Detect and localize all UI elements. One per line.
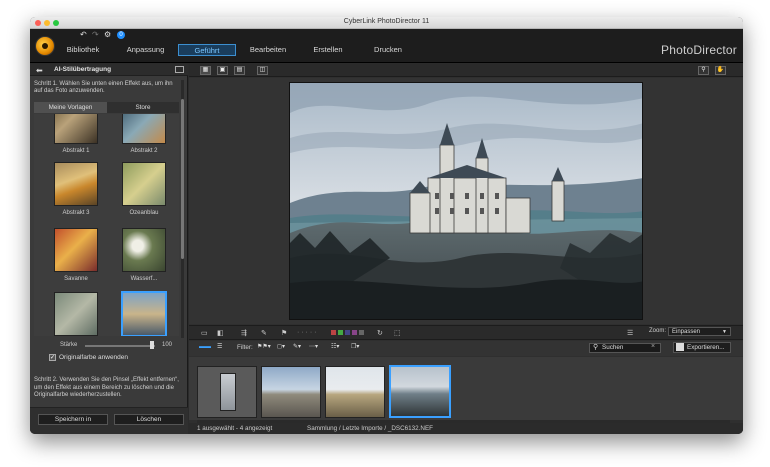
rating-filter-icon[interactable]: ⋯▾ (309, 343, 318, 352)
tab-bibliothek[interactable]: Bibliothek (58, 44, 108, 56)
preset-thumbnail[interactable] (54, 114, 98, 144)
zoom-value: Einpassen (672, 329, 701, 335)
strength-value: 100 (162, 342, 173, 348)
undo-icon[interactable]: ↶ (80, 30, 87, 39)
tab-anpassung[interactable]: Anpassung (118, 44, 173, 56)
tab-bearbeiten[interactable]: Bearbeiten (242, 44, 294, 56)
tab-drucken[interactable]: Drucken (362, 44, 414, 56)
save-to-button[interactable]: Speichern in (38, 414, 108, 425)
search-placeholder: Suchen (602, 344, 624, 351)
collection-path: Sammlung / Letzte Importe / _DSC6132.NEF (307, 425, 433, 432)
title-bar: CyberLink PhotoDirector 11 (30, 17, 743, 29)
view-toolbar: ▦ ▣ ▤ ◫ ⚲ ✋ (189, 64, 743, 77)
clear-search-icon[interactable]: × (651, 343, 655, 350)
strength-label: Stärke (60, 342, 78, 348)
filmstrip-thumbnail[interactable] (325, 366, 385, 418)
sort-icon[interactable]: ☷▾ (331, 343, 339, 352)
color-labels-icon[interactable] (331, 330, 364, 337)
preset-tabs: Meine Vorlagen Store (34, 102, 179, 113)
preset-thumbnail[interactable] (54, 228, 98, 272)
step1-instructions: Schritt 1. Wählen Sie unten einen Effekt… (34, 81, 173, 94)
preset-scrollbar-thumb[interactable] (181, 99, 184, 259)
thumbnail-view-icon[interactable]: ▬▬ (199, 343, 211, 352)
filmstrip-thumbnail-selected[interactable] (389, 365, 451, 418)
module-bar: ↶ ↷ ⚙ 0 Bibliothek Anpassung Geführt Bea… (30, 29, 743, 63)
filmstrip-thumbnail[interactable] (197, 366, 257, 418)
preset-label: Savanne (64, 276, 88, 282)
original-color-label: Originalfarbe anwenden (59, 354, 129, 361)
list-view-icon[interactable]: ☰ (217, 343, 222, 352)
tab-store[interactable]: Store (107, 102, 179, 113)
main-area: ▦ ▣ ▤ ◫ ⚲ ✋ ▭ ◧ ⇶ ✎ ⚑ · · · · · ↻ ⬚ ☰ Zo… (189, 64, 743, 434)
chevron-down-icon: ▼ (722, 329, 727, 335)
tab-gefuehrt[interactable]: Geführt (178, 44, 236, 56)
hand-tool-icon[interactable]: ✋ (715, 66, 726, 75)
preset-thumbnail[interactable] (54, 162, 98, 206)
preset-label: Abstrakt 1 (62, 148, 90, 154)
panel-title: AI-Stilübertragung (54, 66, 112, 73)
zoom-tool-icon[interactable]: ⚲ (698, 66, 709, 75)
app-window: CyberLink PhotoDirector 11 ↶ ↷ ⚙ 0 Bibli… (30, 17, 743, 434)
main-photo[interactable] (289, 82, 643, 320)
rotate-icon[interactable]: ↻ (377, 329, 383, 337)
preset-thumbnail[interactable] (54, 292, 98, 336)
export-icon (676, 343, 684, 351)
step2-instructions: Schritt 2. Verwenden Sie den Pinsel „Eff… (34, 377, 179, 398)
filter-label: Filter: (237, 344, 253, 351)
label-filter-icon[interactable]: ◻▾ (277, 343, 285, 352)
view-toggle-icon[interactable]: ▭ (201, 329, 208, 337)
original-color-checkbox[interactable]: ✓ (49, 354, 56, 361)
preset-label: Abstrakt 2 (130, 148, 158, 154)
preset-thumbnail[interactable] (122, 162, 166, 206)
dual-view-icon[interactable]: ◧ (217, 329, 224, 337)
zoom-select[interactable]: Einpassen ▼ (668, 327, 731, 336)
brush-icon[interactable]: ✎ (261, 329, 267, 337)
redo-icon[interactable]: ↷ (92, 30, 99, 39)
preset-grid: Abstrakt 1 Abstrakt 2 Abstrakt 3 Ozeanbl… (34, 114, 179, 336)
brand-wordmark: PhotoDirector (661, 43, 737, 57)
before-after-icon[interactable]: ◫ (257, 66, 268, 75)
rating-dots-icon[interactable]: · · · · · (297, 329, 316, 336)
back-arrow-icon[interactable]: ⬅ (36, 66, 43, 75)
app-logo-icon[interactable] (35, 36, 55, 56)
preset-thumbnail[interactable] (122, 228, 166, 272)
flag-filter-icon[interactable]: ⚑⚑▾ (257, 343, 271, 352)
crop-icon[interactable]: ⬚ (394, 329, 401, 337)
flag-icon[interactable]: ⚑ (281, 329, 287, 337)
compare-view-icon[interactable]: ▣ (217, 66, 228, 75)
single-view-icon[interactable]: ▦ (200, 66, 211, 75)
detach-panel-icon[interactable] (175, 66, 184, 73)
stack-icon[interactable]: ❐▾ (351, 343, 359, 352)
search-icon: ⚲ (593, 344, 599, 351)
filmstrip-thumbnail[interactable] (261, 366, 321, 418)
selection-status: 1 ausgewählt - 4 angezeigt (197, 425, 273, 432)
strength-slider[interactable] (85, 345, 155, 347)
settings-gear-icon[interactable]: ⚙ (104, 30, 111, 39)
preset-label: Abstrakt 3 (62, 210, 90, 216)
ai-style-transfer-panel: ⬅ AI-Stilübertragung Schritt 1. Wählen S… (30, 64, 188, 434)
castle-photo-illustration (290, 83, 642, 319)
color-filter-icon[interactable]: ✎▾ (293, 343, 301, 352)
panel-header: ⬅ AI-Stilübertragung (30, 64, 188, 76)
tab-my-templates[interactable]: Meine Vorlagen (34, 102, 107, 113)
window-title: CyberLink PhotoDirector 11 (343, 18, 430, 25)
preset-label: Wasserf... (130, 276, 158, 282)
tab-erstellen[interactable]: Erstellen (302, 44, 354, 56)
preset-thumbnail[interactable] (122, 114, 166, 144)
strength-slider-handle[interactable] (150, 341, 154, 349)
preset-label: Ozeanblau (129, 210, 159, 216)
photo-viewer (189, 78, 743, 324)
export-preset-icon[interactable]: ⇶ (241, 329, 247, 337)
zoom-label: Zoom: (649, 328, 667, 334)
view-options-icon[interactable]: ☰ (627, 329, 633, 337)
delete-button[interactable]: Löschen (114, 414, 184, 425)
preset-thumbnail-selected[interactable] (121, 291, 167, 336)
notification-badge-icon[interactable]: 0 (117, 31, 125, 39)
grid-view-icon[interactable]: ▤ (234, 66, 245, 75)
